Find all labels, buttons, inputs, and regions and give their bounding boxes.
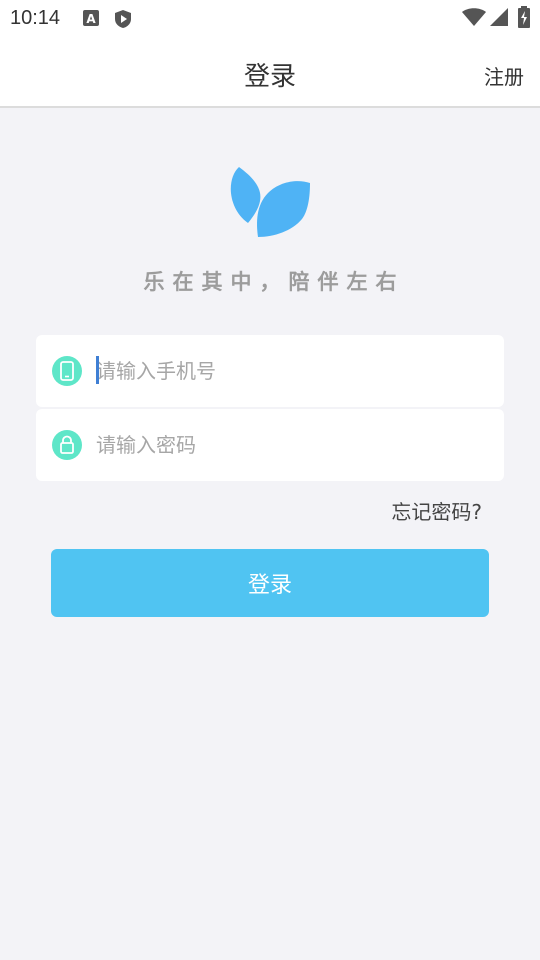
mobile-phone-icon: [52, 356, 82, 386]
cellular-signal-icon: [490, 8, 508, 26]
battery-charging-icon: [518, 6, 530, 28]
login-button[interactable]: 登录: [51, 549, 489, 617]
wifi-icon: [462, 8, 486, 26]
slogan-text: 乐在其中，陪伴左右: [143, 270, 405, 294]
phone-input[interactable]: [96, 351, 486, 391]
lock-icon: [52, 430, 82, 460]
page-title: 登录: [243, 62, 296, 92]
svg-text:A: A: [86, 12, 96, 26]
status-bar: 10:14 A: [0, 0, 540, 36]
text-cursor: [96, 356, 99, 384]
a-notification-icon: A: [83, 10, 99, 26]
phone-field-container: [36, 335, 504, 407]
status-time: 10:14: [10, 7, 61, 29]
app-header: 登录 注册: [0, 36, 540, 108]
password-field-container: [36, 409, 504, 481]
leaf-logo-icon: [230, 167, 310, 237]
forgot-password-link[interactable]: 忘记密码?: [391, 496, 482, 525]
password-input[interactable]: [96, 425, 486, 465]
register-link[interactable]: 注册: [484, 61, 524, 90]
shield-play-icon: [115, 10, 131, 28]
